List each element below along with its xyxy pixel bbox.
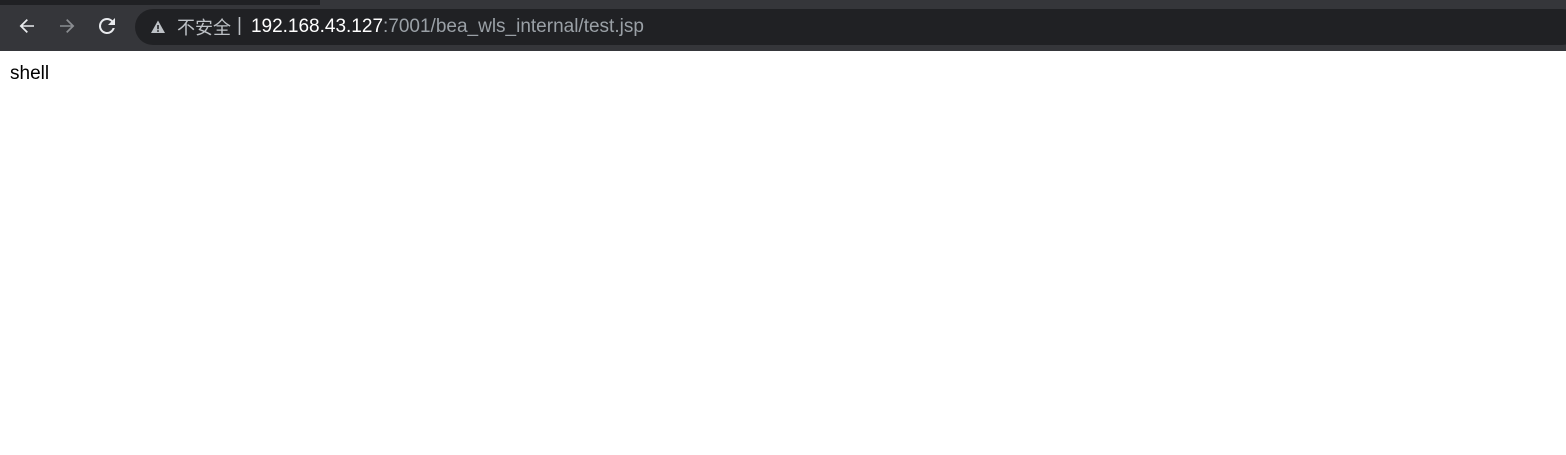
- warning-triangle-icon: [151, 20, 165, 33]
- omnibox-separator: |: [237, 15, 242, 36]
- arrow-right-icon: [60, 19, 75, 33]
- url-host: 192.168.43.127: [250, 16, 384, 37]
- page-body-text: shell: [10, 63, 50, 84]
- address-bar[interactable]: 不安全 | 192.168.43.127:7001/bea_wls_intern…: [135, 9, 1566, 45]
- reload-icon: [98, 17, 115, 34]
- security-label: 不安全: [177, 18, 231, 39]
- arrow-left-icon: [19, 19, 34, 33]
- forward-button[interactable]: [53, 12, 81, 40]
- browser-toolbar: 不安全 | 192.168.43.127:7001/bea_wls_intern…: [0, 0, 1566, 51]
- url-path: :7001/bea_wls_internal/test.jsp: [383, 16, 644, 37]
- tabstrip-edge: [0, 0, 320, 5]
- reload-button[interactable]: [93, 12, 121, 40]
- security-indicator[interactable]: 不安全: [150, 15, 231, 39]
- page-content: shell: [0, 51, 1566, 85]
- back-button[interactable]: [13, 12, 41, 40]
